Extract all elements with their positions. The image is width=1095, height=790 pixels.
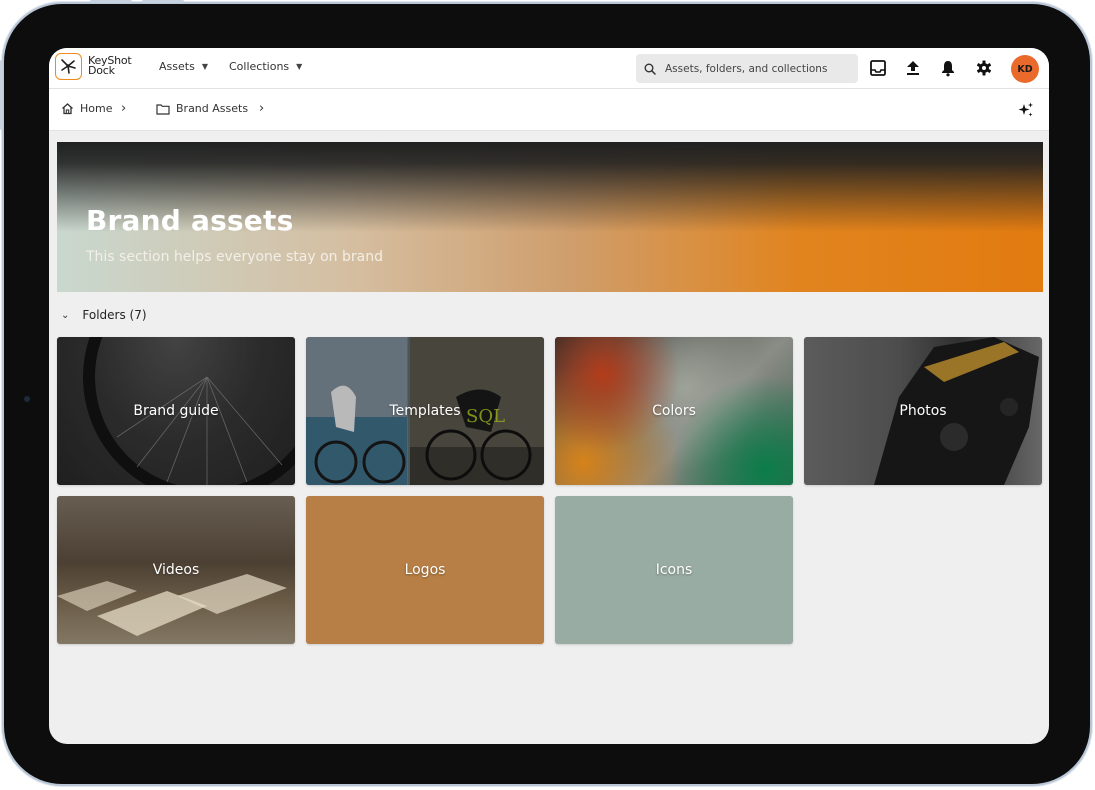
upload-icon[interactable] (903, 58, 923, 78)
app-name: KeyShot Dock (88, 54, 132, 77)
bell-icon[interactable] (938, 58, 958, 78)
home-icon (62, 103, 73, 115)
top-bar: KeyShot Dock Assets ▼ Collections ▼ Asse… (49, 48, 1049, 89)
user-avatar[interactable]: KD (1011, 55, 1039, 83)
inbox-icon[interactable] (868, 58, 888, 78)
breadcrumb: Home › Brand Assets › (49, 89, 1049, 131)
folder-tile-colors[interactable]: Colors (555, 337, 793, 485)
top-button (90, 0, 132, 3)
folder-tile-templates[interactable]: SQL Templates (306, 337, 544, 485)
chevron-down-icon: ⌄ (61, 309, 70, 321)
page-subtitle: This section helps everyone stay on bran… (86, 249, 383, 265)
search-icon (644, 63, 656, 75)
search-box[interactable] (636, 54, 858, 83)
app-screen: KeyShot Dock Assets ▼ Collections ▼ Asse… (49, 48, 1049, 744)
folder-icon (156, 103, 170, 115)
chevron-right-icon: › (121, 101, 127, 116)
folders-section-toggle[interactable]: ⌄ Folders (7) (61, 308, 147, 322)
chevron-right-icon[interactable]: › (259, 101, 264, 116)
breadcrumb-home[interactable]: Home (61, 102, 112, 115)
top-button (142, 0, 184, 3)
caret-down-icon: ▼ (296, 62, 303, 71)
side-button (0, 60, 3, 130)
folder-tile-photos[interactable]: Photos (804, 337, 1042, 485)
camera (24, 396, 30, 402)
page-title: Brand assets (86, 204, 294, 237)
search-input[interactable] (663, 61, 852, 76)
folder-tile-brand-guide[interactable]: Brand guide (57, 337, 295, 485)
caret-down-icon: ▼ (201, 62, 208, 71)
gear-icon[interactable] (974, 58, 994, 78)
folder-tile-icons[interactable]: Icons (555, 496, 793, 644)
keyshot-logo-icon[interactable] (55, 53, 82, 80)
breadcrumb-brand-assets[interactable]: Brand Assets (156, 102, 248, 115)
folder-tile-logos[interactable]: Logos (306, 496, 544, 644)
folder-tile-videos[interactable]: Videos (57, 496, 295, 644)
assets-menu[interactable]: Assets ▼ (159, 60, 208, 73)
collections-menu[interactable]: Collections ▼ (229, 60, 302, 73)
ai-sparkle-icon[interactable] (1017, 101, 1035, 123)
hero-banner: Brand assets This section helps everyone… (57, 142, 1043, 292)
